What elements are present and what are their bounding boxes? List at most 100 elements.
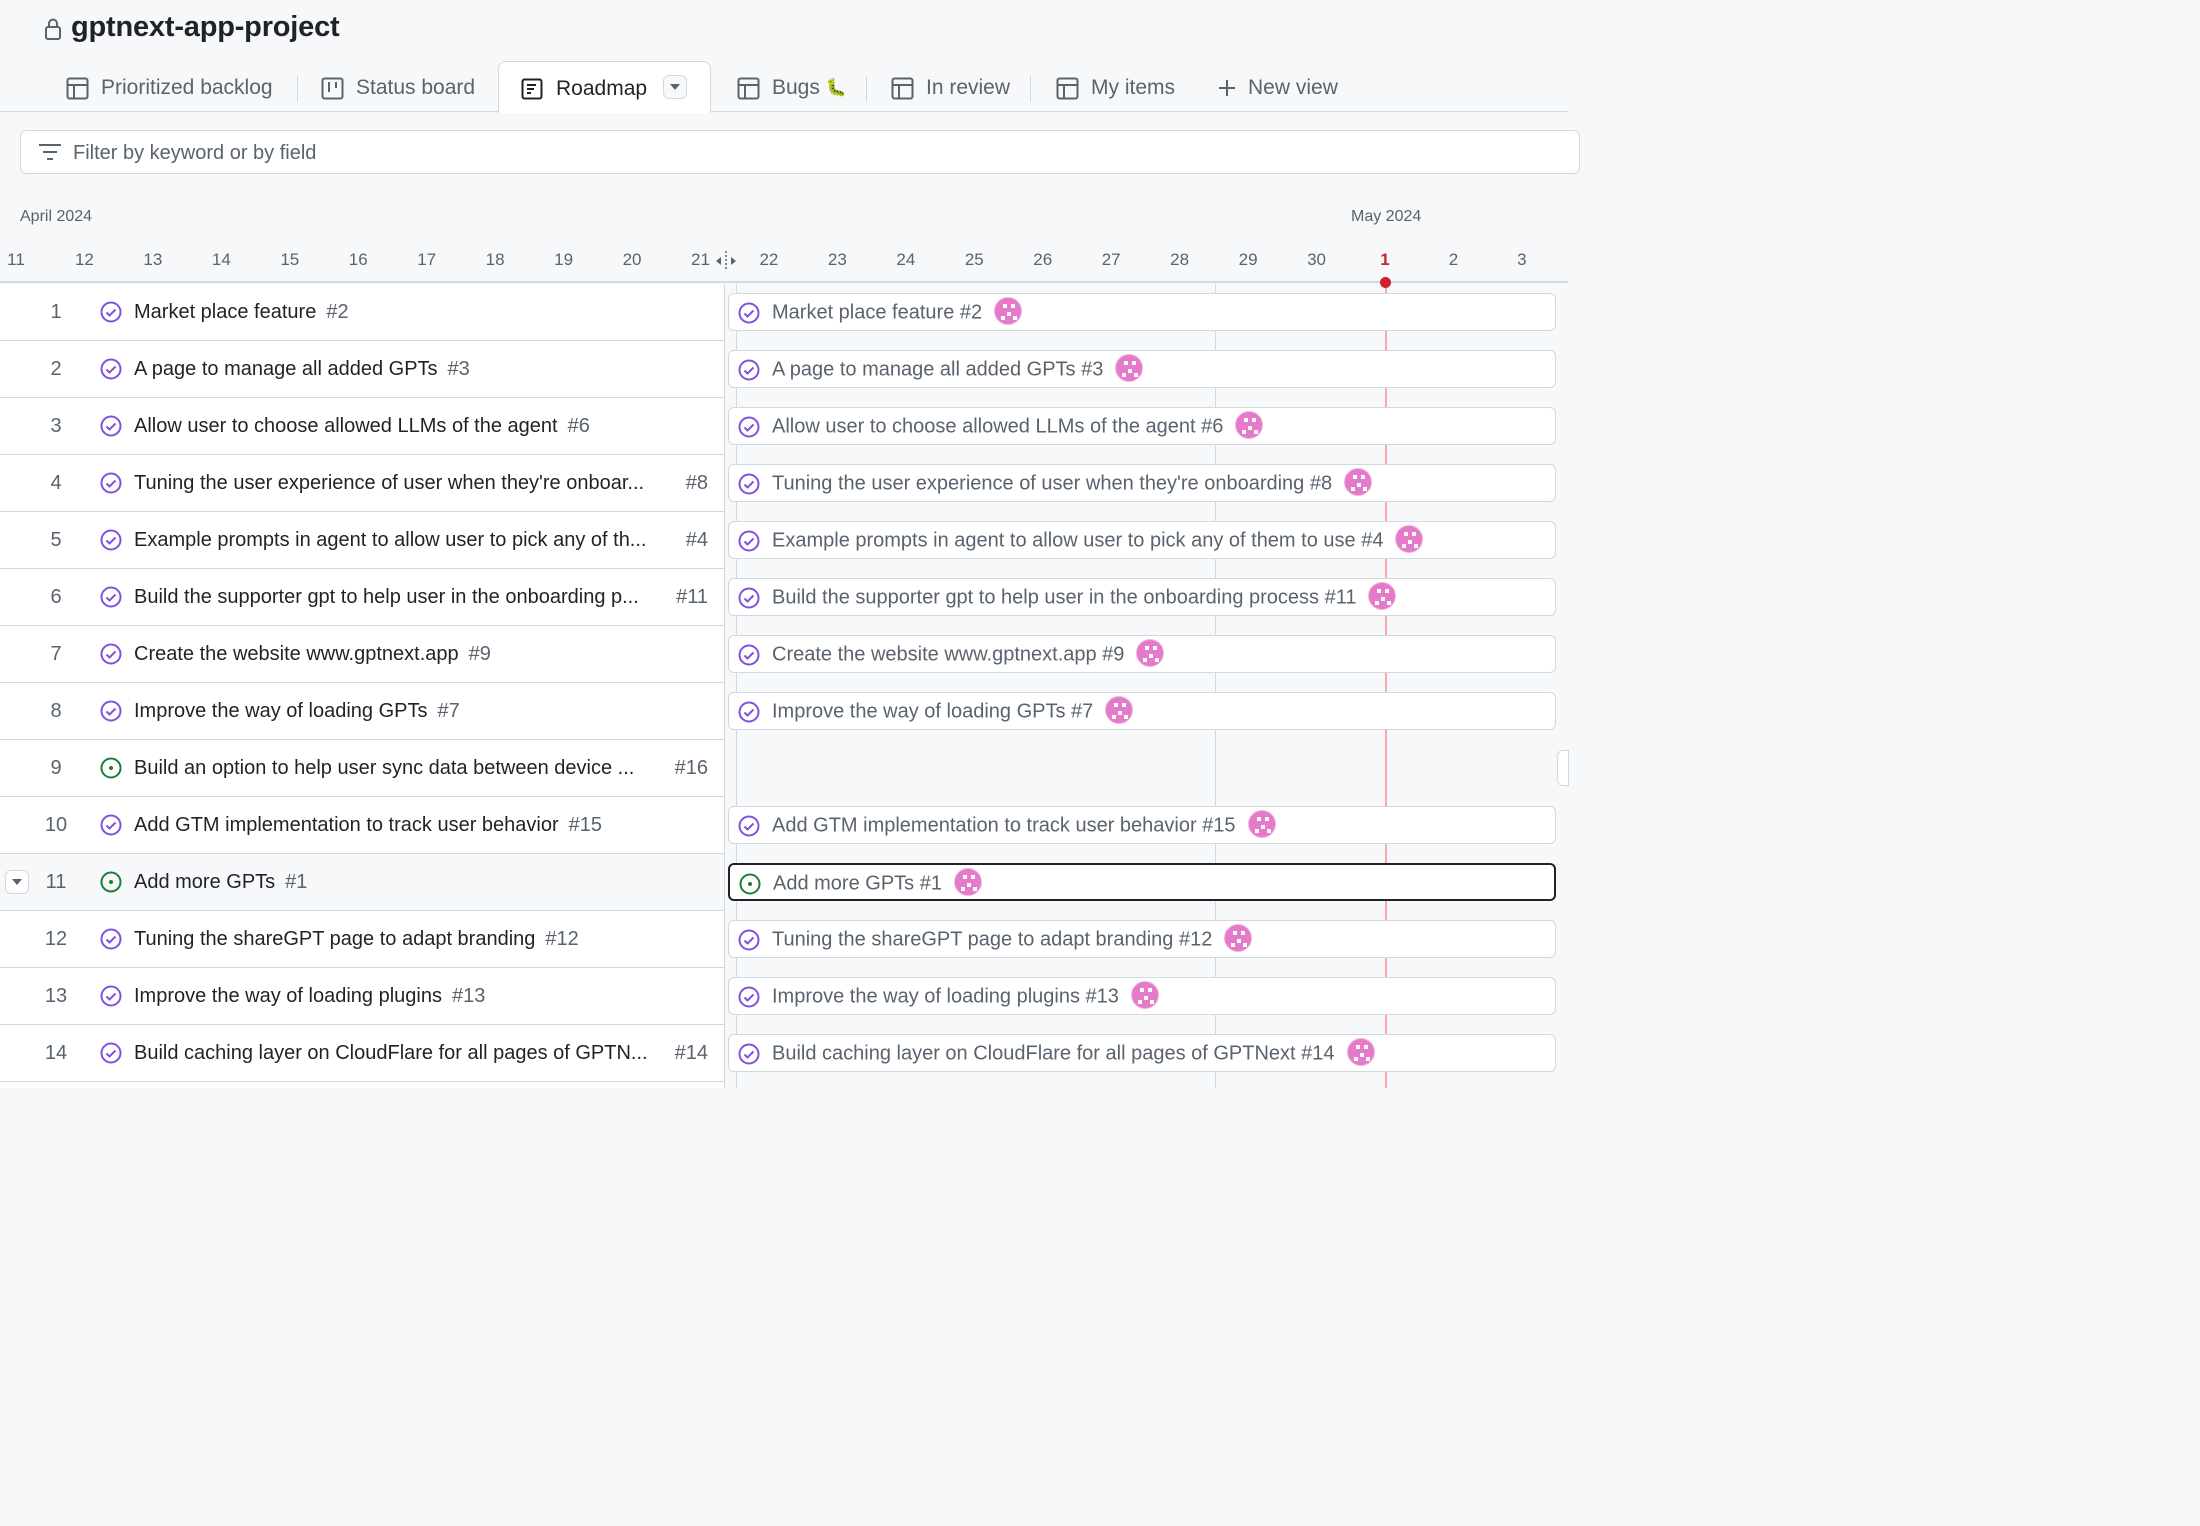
board-icon xyxy=(321,77,344,99)
tab-label: Roadmap xyxy=(556,77,648,100)
table-row[interactable]: 9 Build an option to help user sync data … xyxy=(0,740,724,797)
table-row[interactable]: 11 Add more GPTs #1 xyxy=(0,854,724,911)
assignee-avatar[interactable] xyxy=(1395,525,1424,553)
assignee-avatar[interactable] xyxy=(1235,411,1264,439)
closed-issue-icon xyxy=(738,986,760,1013)
issue-title: Build an option to help user sync data b… xyxy=(134,757,635,779)
issue-title-link[interactable]: Improve the way of loading plugins #13 xyxy=(134,985,485,1008)
closed-issue-icon xyxy=(100,985,122,1012)
assignee-avatar[interactable] xyxy=(1344,468,1373,496)
roadmap-bar[interactable]: Add GTM implementation to track user beh… xyxy=(728,806,1556,844)
roadmap-bar[interactable]: Create the website www.gptnext.app #9 xyxy=(728,635,1556,673)
assignee-avatar[interactable] xyxy=(1346,1038,1375,1066)
roadmap-bar[interactable]: Build caching layer on CloudFlare for al… xyxy=(728,1034,1556,1072)
bar-title: Build caching layer on CloudFlare for al… xyxy=(772,1042,1335,1065)
roadmap-bar[interactable]: Example prompts in agent to allow user t… xyxy=(728,521,1556,559)
bar-label: Tuning the shareGPT page to adapt brandi… xyxy=(772,924,1253,952)
assignee-avatar[interactable] xyxy=(953,868,982,896)
offscreen-bar-indicator[interactable] xyxy=(1557,750,1569,786)
table-row[interactable]: 7 Create the website www.gptnext.app #9 xyxy=(0,626,724,683)
roadmap-bar[interactable]: Tuning the shareGPT page to adapt brandi… xyxy=(728,920,1556,958)
day-label: 26 xyxy=(1033,250,1053,269)
assignee-avatar[interactable] xyxy=(1247,810,1276,838)
day-label: 15 xyxy=(280,250,300,269)
table-icon xyxy=(1056,77,1079,99)
assignee-avatar[interactable] xyxy=(1136,639,1165,667)
bar-title: Add GTM implementation to track user beh… xyxy=(772,814,1236,837)
pane-divider[interactable] xyxy=(724,284,725,1088)
roadmap-pane xyxy=(725,284,1568,1088)
tab-my-items[interactable]: My items xyxy=(1056,68,1175,108)
tab-status-board[interactable]: Status board xyxy=(321,68,475,108)
day-label: 13 xyxy=(143,250,163,269)
bar-label: Build the supporter gpt to help user in … xyxy=(772,582,1397,610)
roadmap-bar[interactable]: Add more GPTs #1 xyxy=(728,863,1556,901)
table-row[interactable]: 10 Add GTM implementation to track user b… xyxy=(0,797,724,854)
assignee-avatar[interactable] xyxy=(1130,981,1159,1009)
issue-title: Improve the way of loading plugins xyxy=(134,985,442,1007)
table-row[interactable]: 6 Build the supporter gpt to help user in… xyxy=(0,569,724,626)
new-view-button[interactable]: New view xyxy=(1218,68,1338,108)
resize-handle-icon[interactable] xyxy=(715,250,737,275)
roadmap-bar[interactable]: Improve the way of loading plugins #13 xyxy=(728,977,1556,1015)
open-issue-icon xyxy=(100,871,122,898)
roadmap-bar[interactable]: Allow user to choose allowed LLMs of the… xyxy=(728,407,1556,445)
bar-label: Improve the way of loading GPTs #7 xyxy=(772,696,1134,724)
issue-title-link[interactable]: Add more GPTs #1 xyxy=(134,871,307,894)
row-number: 12 xyxy=(44,928,68,950)
row-number: 1 xyxy=(50,301,62,323)
table-row[interactable]: 14 Build caching layer on CloudFlare for … xyxy=(0,1025,724,1082)
issue-title-link[interactable]: Create the website www.gptnext.app #9 xyxy=(134,643,491,666)
assignee-avatar[interactable] xyxy=(1115,354,1144,382)
day-label: 19 xyxy=(554,250,574,269)
bar-title: Market place feature #2 xyxy=(772,301,983,324)
issue-title-link[interactable]: Allow user to choose allowed LLMs of the… xyxy=(134,415,590,438)
tab-label: In review xyxy=(926,76,1011,99)
closed-issue-icon xyxy=(100,415,122,442)
issue-title-link[interactable]: Improve the way of loading GPTs #7 xyxy=(134,700,460,723)
issue-title-link[interactable]: A page to manage all added GPTs #3 xyxy=(134,358,470,381)
today-line xyxy=(1385,284,1387,1088)
tabs-divider xyxy=(0,111,1568,112)
issue-title-link[interactable]: Build the supporter gpt to help user in … xyxy=(134,586,639,609)
roadmap-bar[interactable]: Market place feature #2 xyxy=(728,293,1556,331)
table-row[interactable]: 12 Tuning the shareGPT page to adapt bran… xyxy=(0,911,724,968)
issue-title-link[interactable]: Build caching layer on CloudFlare for al… xyxy=(134,1042,648,1065)
row-menu-button[interactable] xyxy=(5,870,29,894)
tab-in-review[interactable]: In review xyxy=(891,68,1010,108)
day-label: 25 xyxy=(964,250,984,269)
assignee-avatar[interactable] xyxy=(1224,924,1253,952)
assignee-avatar[interactable] xyxy=(1368,582,1397,610)
issue-title: Improve the way of loading GPTs xyxy=(134,700,428,722)
view-options-button[interactable] xyxy=(663,75,687,99)
tab-bugs[interactable]: Bugs 🐛 xyxy=(737,68,847,108)
filter-input[interactable]: Filter by keyword or by field xyxy=(20,130,1580,174)
issue-title-link[interactable]: Example prompts in agent to allow user t… xyxy=(134,529,646,552)
assignee-avatar[interactable] xyxy=(1105,696,1134,724)
table-row[interactable]: 3 Allow user to choose allowed LLMs of th… xyxy=(0,398,724,455)
issue-title-link[interactable]: Market place feature #2 xyxy=(134,301,349,324)
table-icon xyxy=(66,77,89,99)
closed-issue-icon xyxy=(100,301,122,328)
closed-issue-icon xyxy=(738,416,760,443)
issue-title-link[interactable]: Add GTM implementation to track user beh… xyxy=(134,814,602,837)
table-row[interactable]: 1 Market place feature #2 xyxy=(0,284,724,341)
issue-title-link[interactable]: Build an option to help user sync data b… xyxy=(134,757,634,780)
table-row[interactable]: 13 Improve the way of loading plugins #13 xyxy=(0,968,724,1025)
assignee-avatar[interactable] xyxy=(994,297,1023,325)
tab-prioritized-backlog[interactable]: Prioritized backlog xyxy=(66,68,273,108)
issue-number: #13 xyxy=(451,985,486,1007)
roadmap-bar[interactable]: A page to manage all added GPTs #3 xyxy=(728,350,1556,388)
table-row[interactable]: 5 Example prompts in agent to allow user … xyxy=(0,512,724,569)
table-row[interactable]: 4 Tuning the user experience of user when… xyxy=(0,455,724,512)
table-row[interactable]: 8 Improve the way of loading GPTs #7 xyxy=(0,683,724,740)
issue-title-link[interactable]: Tuning the user experience of user when … xyxy=(134,472,644,495)
week-gridline xyxy=(1215,284,1216,1088)
roadmap-bar[interactable]: Build the supporter gpt to help user in … xyxy=(728,578,1556,616)
closed-issue-icon xyxy=(100,814,122,841)
issue-title-link[interactable]: Tuning the shareGPT page to adapt brandi… xyxy=(134,928,579,951)
tab-roadmap[interactable]: Roadmap xyxy=(498,61,711,113)
roadmap-bar[interactable]: Improve the way of loading GPTs #7 xyxy=(728,692,1556,730)
roadmap-bar[interactable]: Tuning the user experience of user when … xyxy=(728,464,1556,502)
table-row[interactable]: 2 A page to manage all added GPTs #3 xyxy=(0,341,724,398)
